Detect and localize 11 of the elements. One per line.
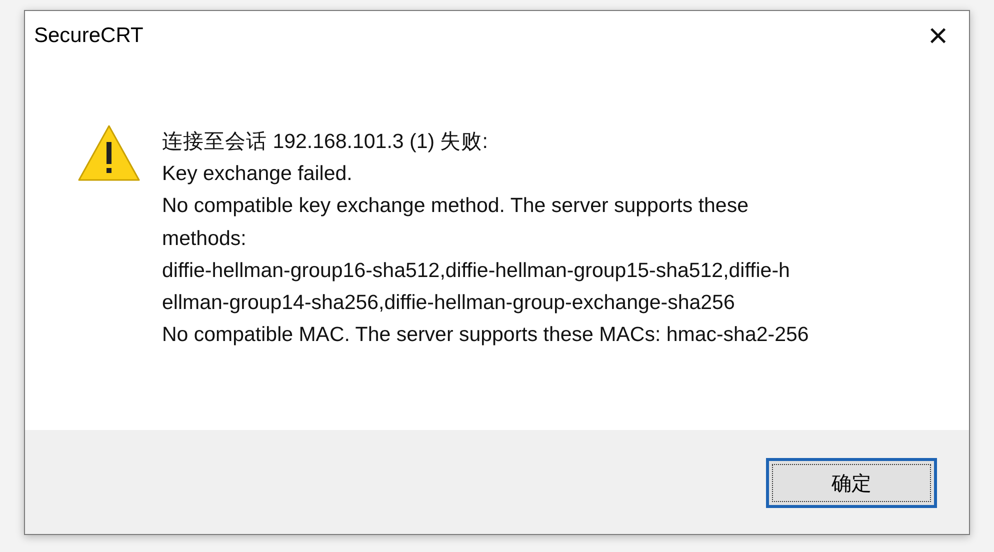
ok-button[interactable]: 确定 (766, 458, 937, 508)
message-line: Key exchange failed. (162, 161, 354, 188)
warning-icon (77, 124, 141, 182)
message-line: No compatible MAC. The server supports these MACs: hmac-sha2-256 (162, 322, 809, 348)
message-line: ellman-group14-sha256,diffie-hellman-group-exchange-sha256 (162, 290, 736, 316)
message-line: 连接至会话 192.168.101.3 (1) 失败: (162, 129, 489, 155)
close-button[interactable]: × (915, 14, 961, 58)
message-line: No compatible key exchange method. The server supports these (162, 193, 750, 220)
message-line: methods: (162, 226, 248, 252)
window-title: SecureCRT (34, 24, 144, 48)
message-line: diffie-hellman-group16-sha512,diffie-hellman-group15-sha512,diffie-h (162, 258, 791, 284)
